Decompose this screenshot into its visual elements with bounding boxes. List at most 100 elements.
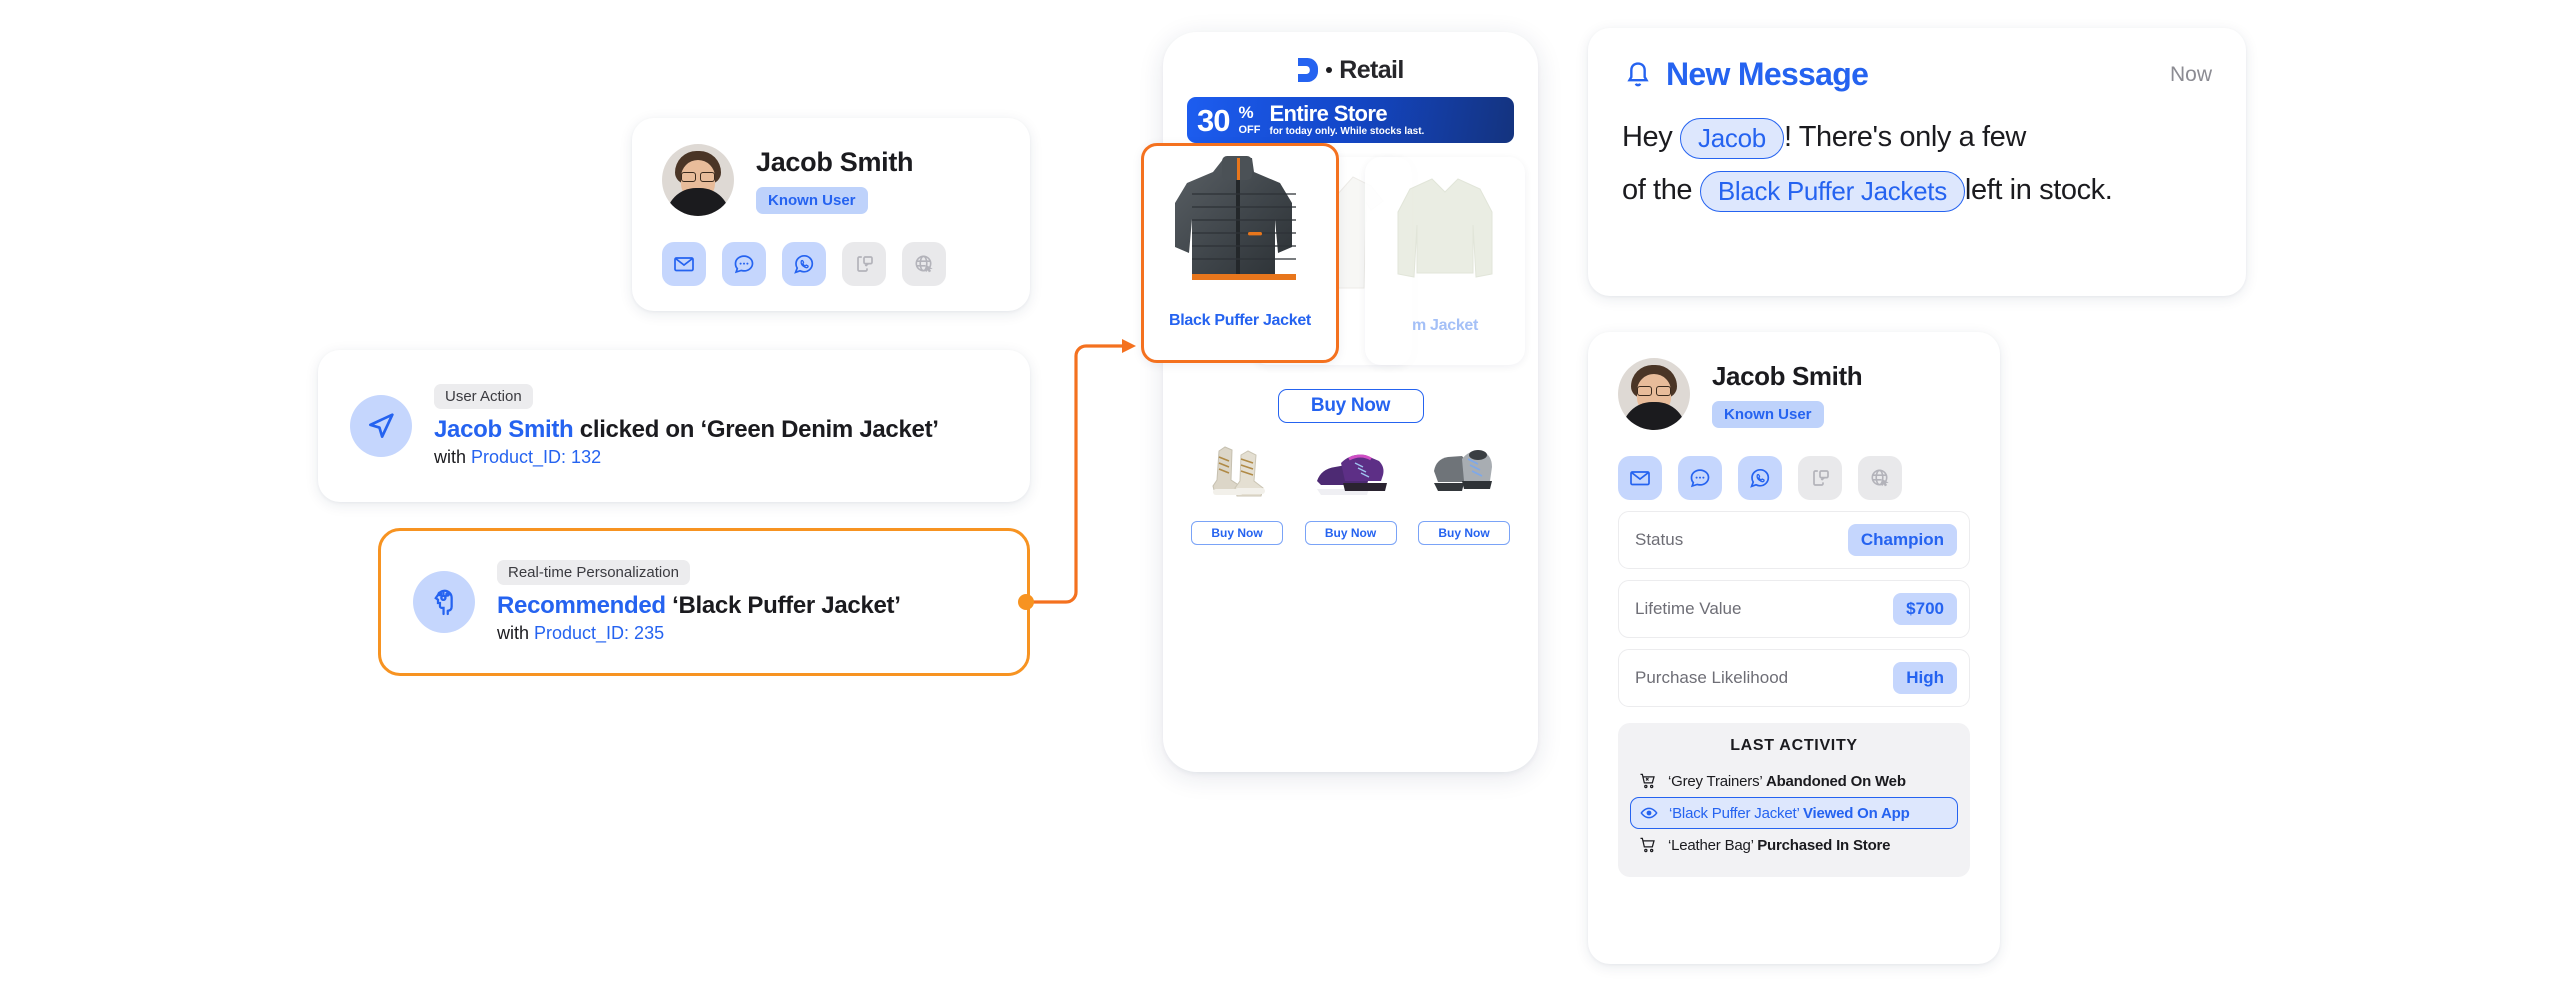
attribute-key: Purchase Likelihood [1635, 668, 1789, 687]
avatar [1618, 358, 1690, 430]
profile-name: Jacob Smith [756, 146, 914, 177]
promo-headline: Entire Store [1269, 100, 1387, 126]
event-headline: Recommended ‘Black Puffer Jacket’ [497, 592, 901, 621]
buy-now-button-main[interactable]: Buy Now [1277, 389, 1424, 423]
green-denim-jacket-image [1397, 178, 1493, 278]
eye-icon [1640, 807, 1658, 819]
brand-name: Retail [1339, 55, 1404, 84]
message-part-3: of the [1622, 173, 1693, 206]
chat-bubble-icon[interactable] [722, 242, 766, 286]
event-subline: with Product_ID: 235 [497, 623, 901, 644]
activity-row[interactable]: ‘Leather Bag’ Purchased In Store [1630, 829, 1958, 861]
activity-action: Abandoned On Web [1765, 772, 1906, 790]
whatsapp-icon[interactable] [1738, 456, 1782, 500]
status-badge: Known User [1712, 400, 1824, 428]
beige-high-top-trainers-image[interactable] [1193, 439, 1285, 501]
personalization-chip-name[interactable]: Jacob [1680, 117, 1784, 159]
promo-percent: 30 [1197, 102, 1230, 138]
new-message-card: New Message Now Hey Jacob! There's only … [1588, 28, 2246, 296]
event-product-id: Product_ID: 235 [534, 623, 665, 644]
avatar [662, 144, 734, 216]
customer-profile-card: Jacob Smith Known User Status Champion L… [1588, 332, 2000, 964]
attribute-row-lifetime-value: Lifetime Value $700 [1618, 580, 1970, 638]
profile-name: Jacob Smith [1712, 360, 1863, 391]
status-badge: Known User [756, 186, 868, 214]
activity-text: ‘Grey Trainers’ Abandoned On Web [1668, 773, 1906, 790]
activity-text: ‘Black Puffer Jacket’ Viewed On App [1669, 805, 1910, 822]
product-card-tertiary[interactable]: m Jacket [1365, 157, 1525, 365]
profile-identity: Jacob Smith Known User [756, 146, 914, 214]
product-card-focused[interactable]: Black Puffer Jacket [1141, 143, 1339, 363]
phone-mockup: Retail 30 % OFF Entire Store for today o… [1141, 32, 1538, 772]
product-name-focused: Black Puffer Jacket [1169, 312, 1311, 329]
ai-brain-icon [413, 571, 475, 633]
event-headline-rest: clicked on ‘Green Denim Jacket’ [573, 415, 939, 443]
message-header: New Message Now [1622, 56, 2212, 93]
event-card-personalization: Real-time Personalization Recommended ‘B… [378, 528, 1030, 676]
web-push-icon[interactable] [1858, 456, 1902, 500]
shoe-buy-button-row: Buy Now Buy Now Buy Now [1187, 521, 1514, 545]
attribute-key: Status [1635, 530, 1684, 549]
profile-card-left: Jacob Smith Known User [632, 118, 1030, 311]
attribute-row-status: Status Champion [1618, 511, 1970, 569]
activity-row-highlighted[interactable]: ‘Black Puffer Jacket’ Viewed On App [1630, 797, 1958, 829]
grey-hiking-trainers-image[interactable] [1416, 439, 1508, 501]
buy-now-button-shoe-2[interactable]: Buy Now [1304, 521, 1397, 545]
channel-icon-row [1618, 456, 1970, 500]
activity-product: ‘Grey Trainers’ [1668, 772, 1762, 790]
attribute-value: High [1893, 662, 1957, 694]
promo-percent-symbol: % [1238, 103, 1254, 122]
activity-product: ‘Black Puffer Jacket’ [1669, 804, 1800, 822]
event-card-user-action: User Action Jacob Smith clicked on ‘Gree… [318, 350, 1030, 502]
dotdigital-d-icon [1298, 58, 1319, 82]
profile-identity: Jacob Smith Known User [1712, 360, 1863, 428]
attribute-value: Champion [1847, 524, 1957, 556]
profile-header: Jacob Smith Known User [1618, 358, 1970, 430]
email-icon[interactable] [662, 242, 706, 286]
last-activity-panel: LAST ACTIVITY ‘Grey Trainers’ Abandoned … [1618, 723, 1970, 877]
promo-banner[interactable]: 30 % OFF Entire Store for today only. Wh… [1187, 97, 1514, 143]
profile-header: Jacob Smith Known User [662, 144, 1000, 216]
event-product-id: Product_ID: 132 [471, 447, 602, 468]
event-subline-prefix: with [497, 623, 535, 644]
email-icon[interactable] [1618, 456, 1662, 500]
promo-off-label: OFF [1238, 124, 1261, 136]
chat-bubble-icon[interactable] [1678, 456, 1722, 500]
purple-running-trainers-image[interactable] [1305, 439, 1397, 501]
message-part-2: ! There's only a few [1783, 121, 2026, 153]
event-tag: Real-time Personalization [497, 559, 690, 585]
attribute-value: $700 [1893, 593, 1957, 625]
cart-icon [1640, 837, 1655, 853]
activity-product: ‘Leather Bag’ [1668, 836, 1754, 854]
product-carousel: m Jacket Black Puffer Jacket [1141, 143, 1525, 375]
canvas: Jacob Smith Known User User Action Jacob… [0, 0, 2560, 994]
brand-logo: Retail [1187, 48, 1514, 92]
event-headline-rest: ‘Black Puffer Jacket’ [665, 591, 901, 619]
activity-action: Purchased In Store [1757, 836, 1891, 854]
event-tag: User Action [434, 383, 533, 409]
whatsapp-icon[interactable] [782, 242, 826, 286]
buy-now-button-shoe-1[interactable]: Buy Now [1191, 521, 1283, 545]
personalization-chip-product[interactable]: Black Puffer Jackets [1699, 170, 1965, 212]
message-timestamp: Now [2169, 62, 2212, 86]
buy-now-button-shoe-3[interactable]: Buy Now [1418, 521, 1510, 545]
activity-text: ‘Leather Bag’ Purchased In Store [1668, 836, 1891, 854]
event-body: Real-time Personalization Recommended ‘B… [497, 559, 901, 645]
navigation-arrow-icon [350, 395, 412, 457]
cart-remove-icon [1640, 773, 1655, 789]
promo-copy: Entire Store for today only. While stock… [1269, 100, 1424, 139]
last-activity-title: LAST ACTIVITY [1730, 737, 1858, 754]
event-headline: Jacob Smith clicked on ‘Green Denim Jack… [434, 416, 939, 445]
product-name-tertiary: m Jacket [1411, 317, 1479, 334]
recommended-shoes-row [1187, 439, 1514, 501]
web-push-icon[interactable] [902, 242, 946, 286]
event-headline-highlight: Jacob Smith [434, 415, 574, 443]
channel-icon-row [662, 242, 1000, 286]
attribute-row-purchase-likelihood: Purchase Likelihood High [1618, 649, 1970, 707]
sms-icon[interactable] [842, 242, 886, 286]
sms-icon[interactable] [1798, 456, 1842, 500]
activity-row[interactable]: ‘Grey Trainers’ Abandoned On Web [1630, 765, 1958, 797]
event-subline-prefix: with [434, 447, 472, 468]
message-part-4: left in stock. [1964, 173, 2113, 206]
message-body: Hey Jacob! There's only a few of the Bla… [1622, 111, 2212, 217]
